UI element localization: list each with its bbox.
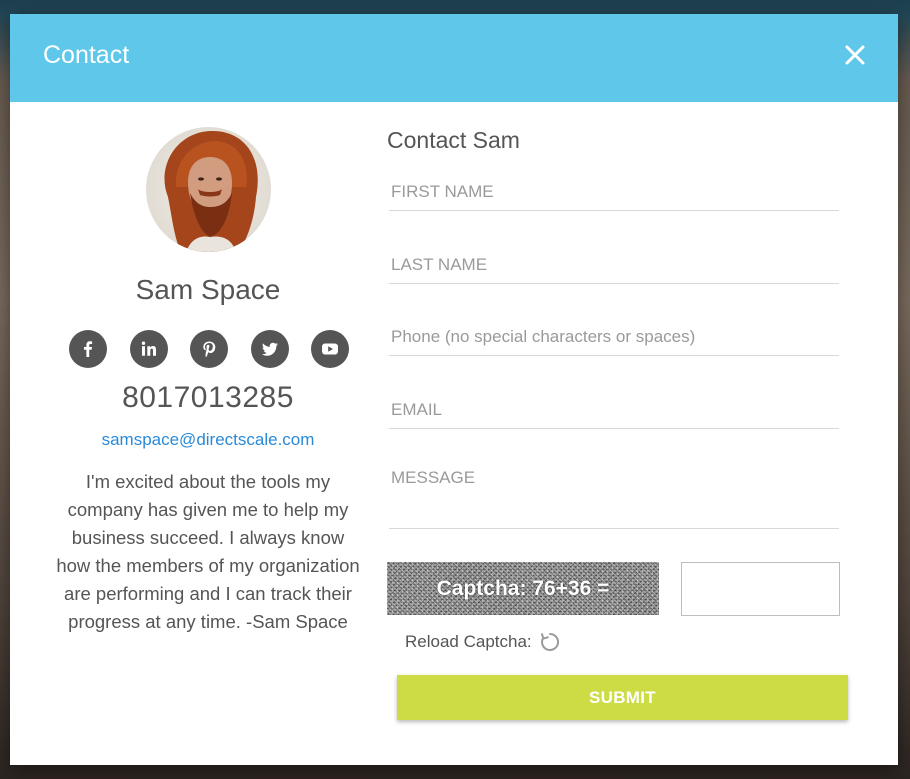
twitter-icon <box>261 342 278 356</box>
profile-phone: 8017013285 <box>122 381 294 414</box>
linkedin-link[interactable] <box>130 330 168 368</box>
facebook-icon <box>84 341 93 357</box>
last-name-input[interactable] <box>389 246 839 284</box>
avatar-image <box>146 127 271 252</box>
modal-header: Contact <box>10 14 898 102</box>
modal-title: Contact <box>43 41 130 69</box>
reload-captcha-button[interactable]: Reload Captcha: <box>405 629 561 655</box>
youtube-icon <box>322 343 338 355</box>
profile-name: Sam Space <box>135 274 281 305</box>
captcha-image: Captcha: 76+36 = <box>387 562 659 615</box>
captcha-answer-input[interactable] <box>681 562 840 616</box>
message-textarea[interactable] <box>389 464 839 529</box>
pinterest-link[interactable] <box>190 330 228 368</box>
close-icon <box>845 45 865 65</box>
avatar <box>146 127 271 252</box>
linkedin-icon <box>141 341 156 356</box>
social-links <box>59 330 359 368</box>
profile-bio: I'm excited about the tools my company h… <box>56 471 360 632</box>
close-button[interactable] <box>842 42 868 68</box>
first-name-input[interactable] <box>389 174 839 211</box>
reload-captcha-label: Reload Captcha: <box>405 632 532 651</box>
profile-email-link[interactable]: samspace@directscale.com <box>45 430 371 450</box>
phone-input[interactable] <box>389 319 839 356</box>
captcha-text: Captcha: 76+36 = <box>436 576 610 600</box>
reload-icon <box>540 632 559 651</box>
facebook-link[interactable] <box>69 330 107 368</box>
pinterest-icon <box>203 341 216 357</box>
form-title: Contact Sam <box>387 127 520 153</box>
youtube-link[interactable] <box>311 330 349 368</box>
contact-modal: Contact Sam Space 8017013285 samspace@di… <box>10 14 898 765</box>
email-input[interactable] <box>389 391 839 429</box>
submit-button[interactable]: SUBMIT <box>397 675 848 720</box>
twitter-link[interactable] <box>251 330 289 368</box>
